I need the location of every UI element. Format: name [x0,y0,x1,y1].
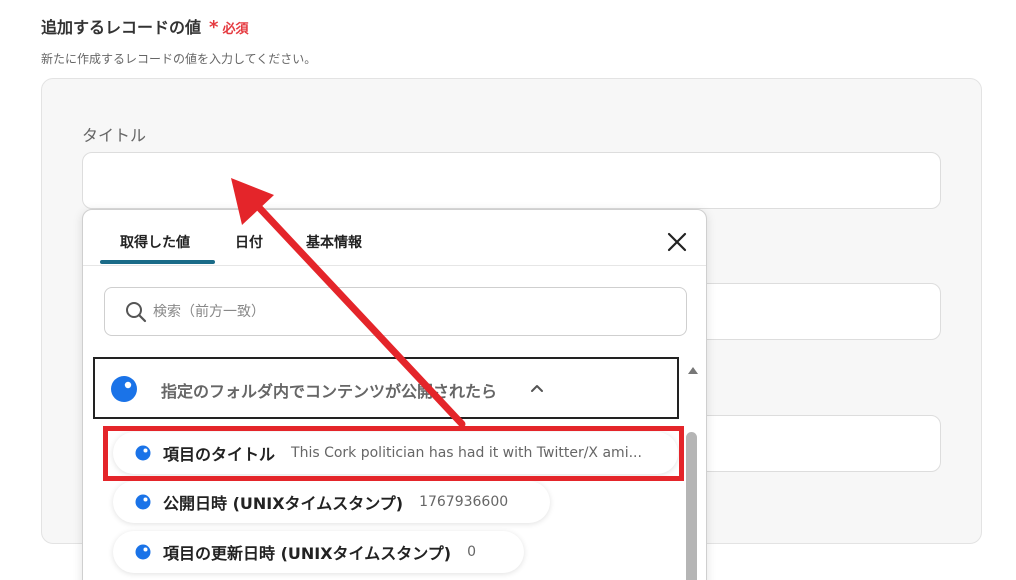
circle-dot-icon [135,494,151,510]
list-item-published-time[interactable]: 公開日時 (UNIXタイムスタンプ) 1767936600 [113,481,550,523]
list-item-title[interactable]: 項目のタイトル This Cork politician has had it … [113,432,678,474]
list-item-value: 0 [467,544,476,560]
title-field-input[interactable] [82,152,941,209]
list-item-label: 公開日時 (UNIXタイムスタンプ) [163,494,404,513]
list-item-value: 1767936600 [419,494,509,510]
active-tab-indicator [100,260,215,264]
close-icon[interactable] [665,230,689,254]
circle-dot-icon [111,376,137,402]
search-box[interactable] [104,287,687,336]
title-field-label: タイトル [82,126,147,145]
scroll-up-arrow-icon[interactable] [687,365,699,375]
scrollbar-thumb[interactable] [686,432,697,580]
trigger-group-label: 指定のフォルダ内でコンテンツが公開されたら [161,382,498,401]
required-label: 必須 [222,22,249,37]
search-input[interactable] [153,301,653,323]
list-item-label: 項目の更新日時 (UNIXタイムスタンプ) [163,544,452,563]
search-icon [126,302,147,323]
tab-date[interactable]: 日付 [235,232,263,252]
popup-tabs: 取得した値 日付 基本情報 [83,210,706,266]
tab-retrieved-values[interactable]: 取得した値 [120,232,190,252]
section-description: 新たに作成するレコードの値を入力してください。 [41,52,317,66]
required-mark: * [209,17,219,38]
chevron-up-icon[interactable] [529,380,545,396]
tab-basic-info[interactable]: 基本情報 [306,232,362,252]
circle-dot-icon [135,445,151,461]
trigger-group-header[interactable]: 指定のフォルダ内でコンテンツが公開されたら [93,357,679,419]
list-item-updated-time[interactable]: 項目の更新日時 (UNIXタイムスタンプ) 0 [113,531,524,573]
circle-dot-icon [135,544,151,560]
section-title: 追加するレコードの値 * 必須 [41,14,248,38]
list-item-label: 項目のタイトル [163,445,276,464]
value-picker-popup: 取得した値 日付 基本情報 指定のフォルダ内でコンテンツが公開されたら 項目のタ… [82,209,707,580]
list-item-value: This Cork politician has had it with Twi… [291,445,642,461]
section-title-text: 追加するレコードの値 [41,18,202,37]
